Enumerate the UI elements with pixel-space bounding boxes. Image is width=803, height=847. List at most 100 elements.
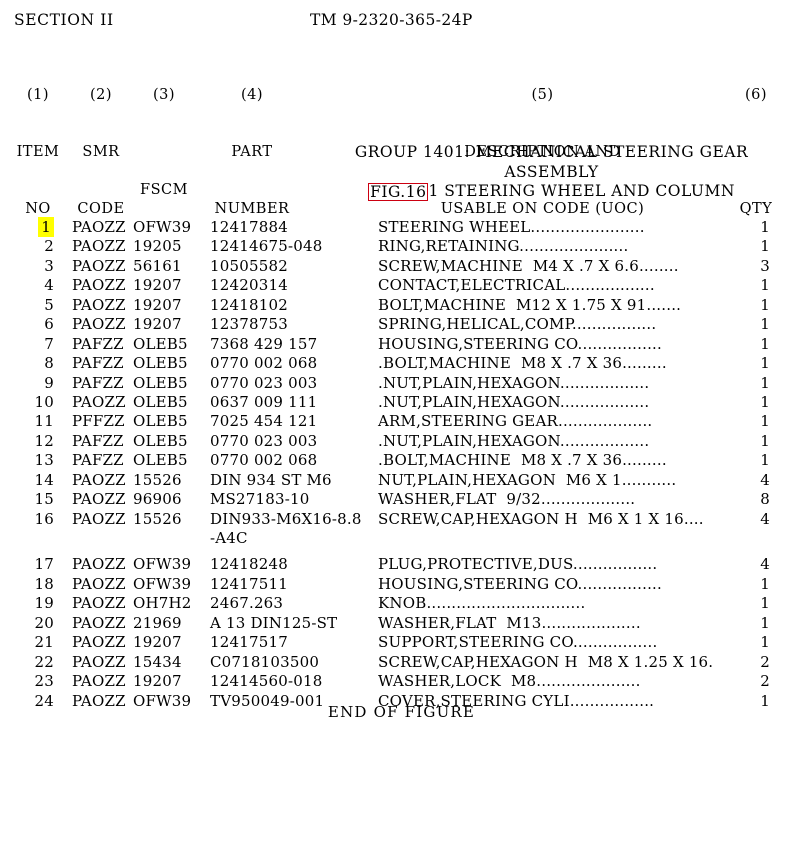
cell-smr-code: PAOZZ bbox=[72, 218, 126, 236]
cell-part-number: 12418248 bbox=[210, 555, 288, 574]
cell-fscm: 19207 bbox=[133, 672, 182, 691]
table-row[interactable]: 1 PAOZZ OFW39 12417884 STEERING WHEEL...… bbox=[0, 217, 803, 237]
cell-smr-code: PAFZZ bbox=[72, 431, 124, 450]
cell-part-number: 0770 023 003 bbox=[210, 431, 318, 450]
cell-fscm: OLEB5 bbox=[133, 392, 188, 411]
table-row[interactable]: 15 PAOZZ 96906 MS27183-10 WASHER,FLAT 9/… bbox=[0, 490, 803, 509]
table-row[interactable]: 5 PAOZZ 19207 12418102 BOLT,MACHINE M12 … bbox=[0, 296, 803, 315]
cell-smr-code: PAFZZ bbox=[72, 373, 124, 392]
cell-part-number: 12414560-018 bbox=[210, 672, 323, 691]
cell-description: HOUSING,STEERING CO................. bbox=[378, 334, 662, 353]
cell-description: .NUT,PLAIN,HEXAGON.................. bbox=[378, 373, 650, 392]
cell-fscm: 56161 bbox=[133, 256, 182, 275]
table-row[interactable]: 7 PAFZZ OLEB5 7368 429 157 HOUSING,STEER… bbox=[0, 335, 803, 354]
cell-qty: 2 bbox=[760, 652, 770, 671]
cell-fscm: OLEB5 bbox=[133, 373, 188, 392]
cell-item-no: 17 bbox=[34, 555, 54, 574]
cell-item-no: 18 bbox=[34, 574, 54, 593]
cell-part-number: 0770 002 068 bbox=[210, 451, 318, 470]
cell-item-no: 10 bbox=[34, 392, 54, 411]
cell-description: SCREW,MACHINE M4 X .7 X 6.6........ bbox=[378, 256, 679, 275]
cell-part-number: A 13 DIN125-ST bbox=[210, 613, 338, 632]
cell-fscm: OFW39 bbox=[133, 555, 192, 574]
cell-qty: 1 bbox=[760, 392, 770, 411]
column-number-2: (2) bbox=[89, 87, 113, 103]
cell-item-no: 7 bbox=[44, 334, 54, 353]
cell-fscm: 21969 bbox=[133, 613, 182, 632]
table-row[interactable]: 19 PAOZZ OH7H2 2467.263 KNOB............… bbox=[0, 594, 803, 613]
cell-part-number: 12417517 bbox=[210, 633, 288, 652]
table-row[interactable]: 8 PAFZZ OLEB5 0770 002 068 .BOLT,MACHINE… bbox=[0, 354, 803, 373]
cell-description: .BOLT,MACHINE M8 X .7 X 36......... bbox=[378, 451, 667, 470]
cell-part-number-continuation: -A4C bbox=[210, 529, 248, 547]
cell-qty: 1 bbox=[760, 276, 770, 295]
table-row[interactable]: 20 PAOZZ 21969 A 13 DIN125-ST WASHER,FLA… bbox=[0, 614, 803, 633]
cell-description: NUT,PLAIN,HEXAGON M6 X 1........... bbox=[378, 470, 677, 489]
cell-fscm: 19207 bbox=[133, 295, 182, 314]
column-label-usable-on-code: USABLE ON CODE (UOC) bbox=[440, 201, 645, 217]
part-number-continuation-row: -A4C bbox=[0, 529, 803, 548]
cell-fscm: OH7H2 bbox=[133, 594, 192, 613]
column-label-item: ITEM bbox=[16, 144, 60, 160]
manual-page: SECTION II TM 9-2320-365-24P (1) ITEM NO… bbox=[0, 0, 803, 726]
cell-description: ARM,STEERING GEAR................... bbox=[378, 412, 653, 431]
table-row[interactable]: 4 PAOZZ 19207 12420314 CONTACT,ELECTRICA… bbox=[0, 276, 803, 295]
table-row[interactable]: 6 PAOZZ 19207 12378753 SPRING,HELICAL,CO… bbox=[0, 315, 803, 334]
column-number-5: (5) bbox=[531, 87, 554, 103]
cell-smr-code: PAOZZ bbox=[72, 295, 126, 314]
tm-number: TM 9-2320-365-24P bbox=[310, 11, 473, 29]
cell-item-no: 1 bbox=[8, 217, 54, 237]
parts-list-table: 1 PAOZZ OFW39 12417884 STEERING WHEEL...… bbox=[0, 217, 803, 711]
cell-qty: 1 bbox=[760, 354, 770, 373]
cell-item-no: 16 bbox=[34, 509, 54, 528]
cell-qty: 1 bbox=[760, 373, 770, 392]
cell-part-number: 12417511 bbox=[210, 574, 288, 593]
cell-part-number: 12420314 bbox=[210, 276, 288, 295]
column-number-1: (1) bbox=[26, 87, 50, 103]
table-row[interactable]: 14 PAOZZ 15526 DIN 934 ST M6 NUT,PLAIN,H… bbox=[0, 471, 803, 490]
cell-qty: 1 bbox=[760, 451, 770, 470]
cell-description: WASHER,FLAT 9/32................... bbox=[378, 490, 636, 509]
table-row[interactable]: 3 PAOZZ 56161 10505582 SCREW,MACHINE M4 … bbox=[0, 257, 803, 276]
table-row[interactable]: 17 PAOZZ OFW39 12418248 PLUG,PROTECTIVE,… bbox=[0, 555, 803, 574]
cell-fscm: 19205 bbox=[133, 237, 182, 256]
table-row[interactable]: 23 PAOZZ 19207 12414560-018 WASHER,LOCK … bbox=[0, 672, 803, 691]
table-row[interactable]: 12 PAFZZ OLEB5 0770 023 003 .NUT,PLAIN,H… bbox=[0, 432, 803, 451]
cell-smr-code: PAFZZ bbox=[72, 334, 124, 353]
cell-fscm: OLEB5 bbox=[133, 354, 188, 373]
column-number-6: (6) bbox=[744, 87, 768, 103]
table-row[interactable]: 22 PAOZZ 15434 C0718103500 SCREW,CAP,HEX… bbox=[0, 653, 803, 672]
cell-description: SCREW,CAP,HEXAGON H M8 X 1.25 X 16. bbox=[378, 652, 714, 671]
cell-smr-code: PAOZZ bbox=[72, 574, 126, 593]
cell-description: PLUG,PROTECTIVE,DUS................. bbox=[378, 555, 658, 574]
cell-qty: 1 bbox=[760, 613, 770, 632]
cell-fscm: OLEB5 bbox=[133, 334, 188, 353]
cell-part-number: C0718103500 bbox=[210, 652, 320, 671]
cell-smr-code: PAOZZ bbox=[72, 276, 126, 295]
figure-reference-highlight-box[interactable]: FIG.16 bbox=[368, 183, 429, 201]
table-row[interactable]: 18 PAOZZ OFW39 12417511 HOUSING,STEERING… bbox=[0, 575, 803, 594]
cell-item-no: 13 bbox=[34, 451, 54, 470]
cell-fscm: OFW39 bbox=[133, 574, 192, 593]
table-row[interactable]: 2 PAOZZ 19205 12414675-048 RING,RETAININ… bbox=[0, 237, 803, 256]
column-label-code: CODE bbox=[77, 201, 125, 217]
cell-part-number: 0770 023 003 bbox=[210, 373, 318, 392]
table-row[interactable]: 11 PFFZZ OLEB5 7025 454 121 ARM,STEERING… bbox=[0, 412, 803, 431]
table-row[interactable]: 16 PAOZZ 15526 DIN933-M6X16-8.8 SCREW,CA… bbox=[0, 510, 803, 529]
figure-title-text: 1 STEERING WHEEL AND COLUMN bbox=[428, 182, 735, 200]
row-spacer bbox=[0, 548, 803, 555]
cell-part-number: 7025 454 121 bbox=[210, 412, 318, 431]
page-footer: END OF FIGURE bbox=[327, 703, 476, 721]
item-no-highlight: 1 bbox=[38, 217, 54, 237]
figure-title-line: FIG.16 1 STEERING WHEEL AND COLUMN bbox=[300, 182, 803, 202]
cell-item-no: 15 bbox=[34, 490, 54, 509]
table-row[interactable]: 21 PAOZZ 19207 12417517 SUPPORT,STEERING… bbox=[0, 633, 803, 652]
cell-part-number: MS27183-10 bbox=[210, 490, 310, 509]
table-row[interactable]: 9 PAFZZ OLEB5 0770 023 003 .NUT,PLAIN,HE… bbox=[0, 374, 803, 393]
table-row[interactable]: 13 PAFZZ OLEB5 0770 002 068 .BOLT,MACHIN… bbox=[0, 451, 803, 470]
cell-smr-code: PAOZZ bbox=[72, 392, 126, 411]
cell-description: STEERING WHEEL....................... bbox=[378, 218, 645, 236]
cell-description: RING,RETAINING...................... bbox=[378, 237, 629, 256]
cell-smr-code: PAOZZ bbox=[72, 652, 126, 671]
table-row[interactable]: 10 PAOZZ OLEB5 0637 009 111 .NUT,PLAIN,H… bbox=[0, 393, 803, 412]
